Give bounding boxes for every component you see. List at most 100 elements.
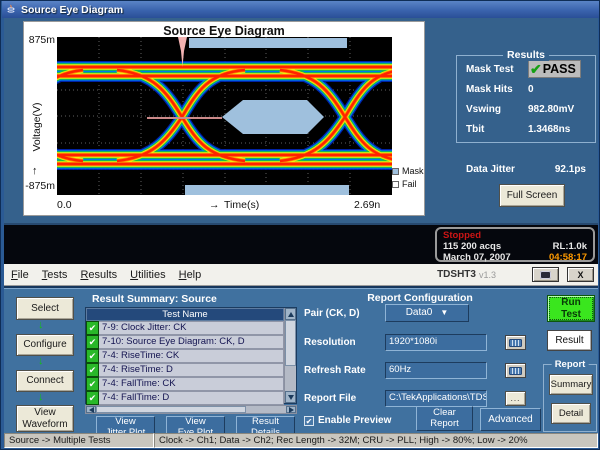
view-waveform-button[interactable]: View Waveform (16, 405, 74, 432)
configure-button[interactable]: Configure (16, 334, 74, 356)
plot-legend: Mask Fail (392, 166, 424, 192)
mask-test-label: Mask Test (466, 64, 528, 75)
workflow-arrow-icon: ↓ (38, 319, 44, 331)
mask-hits-row: Mask Hits 0 (457, 79, 595, 99)
legend-fail-label: Fail (402, 179, 417, 189)
resolution-keypad-button[interactable] (505, 335, 526, 350)
table-row[interactable]: ✔ 7-4: RiseTime: D (86, 363, 284, 377)
record-length: RL:1.0k (553, 241, 587, 252)
workflow-arrow-icon: ↓ (38, 391, 44, 403)
app-switch-button[interactable] (532, 267, 559, 282)
title-bar[interactable]: Source Eye Diagram (2, 1, 599, 18)
menu-file[interactable]: File (11, 269, 29, 281)
full-screen-button[interactable]: Full Screen (499, 184, 565, 207)
app-window: Source Eye Diagram Source Eye Diagram 87… (0, 0, 600, 450)
eye-diagram-plot[interactable] (57, 37, 392, 195)
pair-dropdown[interactable]: Data0 ▼ (385, 304, 469, 322)
acquisition-state: Stopped (443, 230, 587, 241)
scroll-left-button[interactable] (86, 406, 96, 413)
java-app-icon (5, 4, 17, 16)
enable-preview-row: ✔ Enable Preview (304, 415, 391, 426)
result-button[interactable]: Result (547, 330, 592, 351)
result-summary-table: Test Name ✔ 7-9: Clock Jitter: CK ✔ 7-10… (85, 307, 297, 404)
scrollbar-thumb[interactable] (285, 320, 296, 366)
y-axis-label: Voltage(V) (31, 87, 43, 167)
scrollbar-track[interactable] (285, 320, 296, 391)
detail-button[interactable]: Detail (551, 403, 591, 424)
pass-check-icon: ✔ (530, 62, 542, 76)
clear-report-button[interactable]: Clear Report (416, 406, 473, 431)
menu-bar: File Tests Results Utilities Help TDSHT3… (4, 264, 598, 286)
test-name: 7-9: Clock Jitter: CK (99, 321, 284, 335)
table-row[interactable]: ✔ 7-4: FallTime: D (86, 391, 284, 405)
vertical-scrollbar[interactable] (284, 308, 296, 403)
button-line1: View (115, 417, 135, 428)
menu-tests[interactable]: Tests (42, 269, 68, 281)
refresh-rate-keypad-button[interactable] (505, 363, 526, 378)
pass-check-icon: ✔ (86, 391, 99, 405)
keypad-icon (509, 367, 522, 375)
view-waveform-line2: Waveform (22, 419, 67, 431)
resolution-field[interactable]: 1920*1080i (385, 334, 487, 351)
legend-fail: Fail (392, 179, 424, 189)
advanced-button[interactable]: Advanced (480, 408, 541, 431)
pair-value: Data0 (406, 307, 433, 319)
button-line1: Clear (433, 408, 456, 419)
eye-diagram-canvas (57, 37, 392, 195)
chevron-down-icon: ▼ (440, 308, 448, 317)
report-file-field[interactable]: C:\TekApplications\TDSHT (385, 390, 487, 407)
acquisition-status-box: Stopped 115 200 acqs RL:1.0k March 07, 2… (435, 227, 595, 262)
app-switch-icon (540, 271, 551, 279)
main-control-panel: Select ↓ Configure ↓ Connect ↓ View Wave… (4, 286, 598, 433)
mask-hits-label: Mask Hits (466, 84, 528, 95)
results-groupbox: Results Mask Test ✔ PASS Mask Hits 0 Vsw… (456, 55, 596, 143)
date-time-row: March 07, 2007 04:58:17 (443, 252, 587, 263)
app-name: TDSHT3 (437, 269, 476, 280)
keypad-icon (509, 339, 522, 347)
menu-utilities[interactable]: Utilities (130, 269, 165, 281)
table-row[interactable]: ✔ 7-10: Source Eye Diagram: CK, D (86, 335, 284, 349)
menu-results[interactable]: Results (80, 269, 117, 281)
tbit-row: Tbit 1.3468ns (457, 119, 595, 139)
horizontal-scrollbar[interactable] (85, 405, 297, 414)
vswing-value: 982.80mV (528, 104, 574, 115)
eye-diagram-panel: Source Eye Diagram 875m Voltage(V) ↑ -87… (23, 21, 425, 216)
report-config-title: Report Configuration (300, 292, 540, 304)
table-row[interactable]: ✔ 7-4: RiseTime: CK (86, 349, 284, 363)
scroll-down-button[interactable] (285, 391, 296, 403)
pass-badge: ✔ PASS (528, 60, 581, 78)
status-source: Source -> Multiple Tests (4, 433, 154, 448)
test-name: 7-4: FallTime: D (99, 391, 284, 405)
close-button[interactable]: X (567, 267, 594, 282)
time-label: 04:58:17 (549, 252, 587, 263)
refresh-rate-field[interactable]: 60Hz (385, 362, 487, 379)
scroll-right-button[interactable] (286, 406, 296, 413)
data-jitter-label: Data Jitter (466, 164, 515, 175)
enable-preview-checkbox[interactable]: ✔ (304, 416, 314, 426)
summary-button[interactable]: Summary (549, 374, 593, 395)
vswing-row: Vswing 982.80mV (457, 99, 595, 119)
table-row[interactable]: ✔ 7-4: FallTime: CK (86, 377, 284, 391)
scroll-up-button[interactable] (285, 308, 296, 320)
button-line2: Test (561, 309, 581, 321)
connect-button[interactable]: Connect (16, 370, 74, 392)
select-button[interactable]: Select (16, 297, 74, 320)
resolution-label: Resolution (304, 337, 356, 348)
legend-mask: Mask (392, 166, 424, 176)
app-version: v1.3 (479, 270, 496, 280)
scrollbar-thumb[interactable] (96, 406, 246, 413)
table-row[interactable]: ✔ 7-9: Clock Jitter: CK (86, 321, 284, 335)
pass-check-icon: ✔ (86, 363, 99, 377)
run-test-button[interactable]: Run Test (547, 295, 595, 322)
browse-button[interactable]: ... (505, 391, 526, 406)
x-axis-arrow-icon: → (209, 199, 220, 211)
pass-check-icon: ✔ (86, 377, 99, 391)
result-summary-title: Result Summary: Source (92, 293, 217, 305)
menu-help[interactable]: Help (179, 269, 202, 281)
pair-label: Pair (CK, D) (304, 308, 360, 319)
test-name-column-header: Test Name (86, 308, 284, 321)
legend-mask-label: Mask (402, 166, 424, 176)
pass-check-icon: ✔ (86, 335, 99, 349)
window-title: Source Eye Diagram (21, 4, 123, 16)
arrow-up-icon (288, 312, 294, 317)
